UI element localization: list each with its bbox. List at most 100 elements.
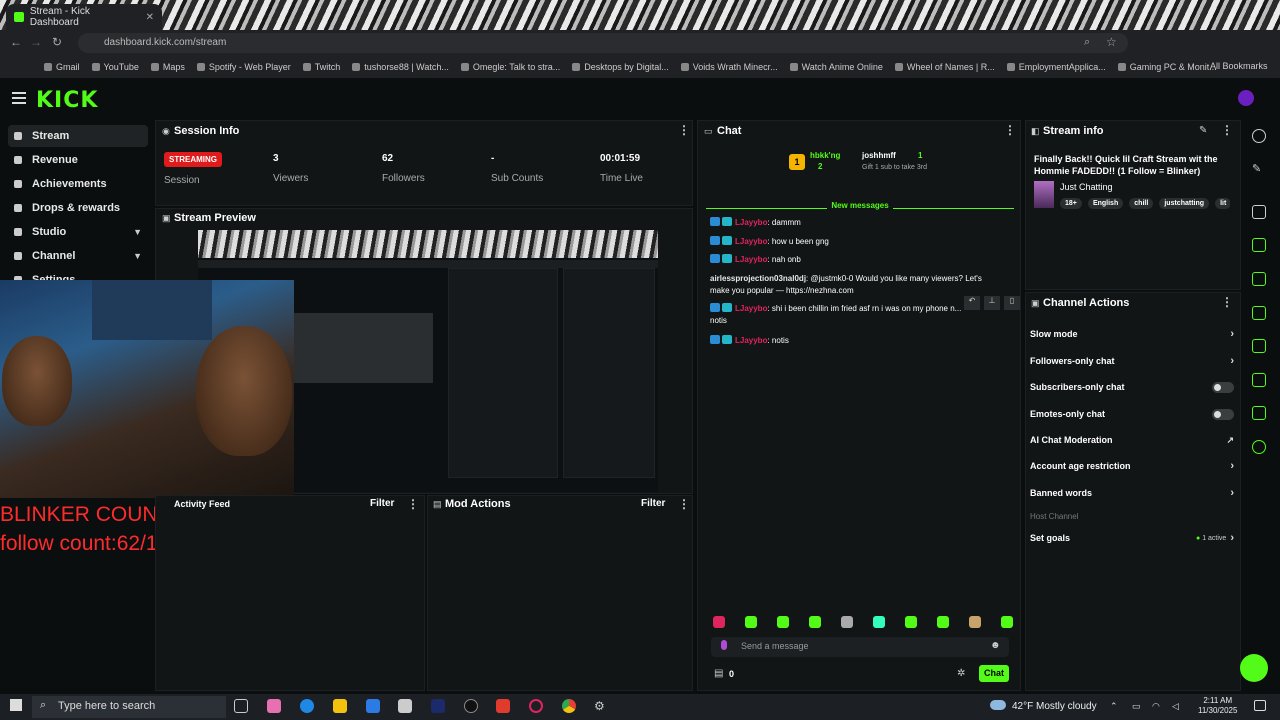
subscribers-only-toggle[interactable]: [1212, 381, 1234, 393]
bookmark-item[interactable]: Gmail: [44, 62, 80, 72]
emote-icon[interactable]: [745, 616, 757, 628]
chat-message[interactable]: LJayybo: dammm: [710, 217, 1010, 229]
file-explorer-icon[interactable]: [333, 699, 347, 713]
nav-item-drops[interactable]: Drops & rewards: [8, 197, 148, 219]
user-avatar[interactable]: [1238, 90, 1254, 106]
reload-icon[interactable]: ↻: [52, 35, 62, 49]
emote-icon[interactable]: [713, 616, 725, 628]
app-icon[interactable]: [496, 699, 510, 713]
emote-icon[interactable]: [777, 616, 789, 628]
category-thumbnail[interactable]: [1034, 181, 1054, 208]
chat-message[interactable]: LJayybo: nah onb: [710, 254, 1010, 266]
ai-moderation-row[interactable]: AI Chat Moderation ↗: [1030, 433, 1234, 447]
emote-icon[interactable]: [905, 616, 917, 628]
chat-message[interactable]: LJayybo: notis: [710, 335, 1010, 347]
chat-more-icon[interactable]: ⋮: [1004, 123, 1016, 137]
bookmark-item[interactable]: Gaming PC & Monit...: [1118, 62, 1217, 72]
chat-username[interactable]: LJayybo: [735, 255, 767, 264]
bookmark-star-icon[interactable]: ☆: [1106, 35, 1117, 49]
mod-filter-button[interactable]: Filter: [641, 498, 665, 509]
task-view-icon[interactable]: [234, 699, 248, 713]
emote-icon[interactable]: [937, 616, 949, 628]
activity-more-icon[interactable]: ⋮: [407, 497, 419, 511]
app-icon[interactable]: [431, 699, 445, 713]
list-icon[interactable]: [1252, 373, 1266, 387]
gift-sub-line[interactable]: Gift 1 sub to take 3rd: [862, 164, 927, 171]
tray-chevron-up-icon[interactable]: ⌃: [1110, 701, 1118, 712]
nav-item-stream[interactable]: Stream: [8, 125, 148, 147]
microphone-icon[interactable]: [721, 640, 727, 650]
pencil-icon[interactable]: ✎: [1252, 162, 1266, 176]
bookmark-item[interactable]: Twitch: [303, 62, 341, 72]
bookmark-item[interactable]: EmploymentApplica...: [1007, 62, 1106, 72]
opera-icon[interactable]: [529, 699, 543, 713]
more-options-icon[interactable]: ⋮: [678, 123, 690, 137]
browser-tab-active[interactable]: Stream - Kick Dashboard ✕: [6, 4, 162, 30]
mod-more-icon[interactable]: ⋮: [678, 497, 690, 511]
chat-username[interactable]: LJayybo: [735, 218, 767, 227]
kick-logo[interactable]: KICK: [36, 88, 98, 113]
store-icon[interactable]: [366, 699, 380, 713]
chat-message[interactable]: LJayybo: shi i been chillin im fried asf…: [710, 303, 968, 315]
chat-username[interactable]: LJayybo: [735, 304, 767, 313]
network-icon[interactable]: ▭: [1132, 701, 1141, 712]
activity-filter-button[interactable]: Filter: [370, 498, 394, 509]
followers-only-row[interactable]: Followers-only chat ›: [1030, 354, 1234, 368]
obs-icon[interactable]: [464, 699, 478, 713]
broadcast-rail-icon[interactable]: [1252, 339, 1266, 353]
delete-icon[interactable]: ▯: [1004, 296, 1020, 310]
url-field[interactable]: dashboard.kick.com/stream: [78, 33, 1128, 53]
dropbox-icon[interactable]: [398, 699, 412, 713]
close-tab-icon[interactable]: ✕: [146, 12, 154, 23]
nav-item-channel[interactable]: Channel ▼: [8, 245, 148, 267]
windows-start-icon[interactable]: [10, 699, 22, 711]
slow-mode-row[interactable]: Slow mode ›: [1030, 327, 1234, 341]
emotes-only-toggle[interactable]: [1212, 408, 1234, 420]
nav-item-revenue[interactable]: Revenue: [8, 149, 148, 171]
chat-username[interactable]: LJayybo: [735, 237, 767, 246]
bookmark-item[interactable]: Omegle: Talk to stra...: [461, 62, 560, 72]
emote-icon[interactable]: [1001, 616, 1013, 628]
account-age-row[interactable]: Account age restriction ›: [1030, 459, 1234, 473]
bookmark-item[interactable]: tushorse88 | Watch...: [352, 62, 449, 72]
emote-icon[interactable]: [809, 616, 821, 628]
crosshair-icon[interactable]: [1252, 205, 1266, 219]
wrench-icon[interactable]: [1252, 406, 1266, 420]
info-circle-icon[interactable]: [1252, 129, 1266, 143]
emote-icon[interactable]: [873, 616, 885, 628]
emoji-picker-icon[interactable]: ☻: [990, 640, 1001, 651]
bookmark-item[interactable]: Wheel of Names | R...: [895, 62, 995, 72]
bookmark-item[interactable]: Maps: [151, 62, 185, 72]
recipient-name[interactable]: joshhmff: [862, 151, 896, 160]
chat-message[interactable]: airlessprojection03nal0dj: @justmk0-0 Wo…: [710, 273, 1000, 297]
chat-message[interactable]: LJayybo: how u been gng: [710, 236, 1010, 248]
app-icon[interactable]: [267, 699, 281, 713]
taskbar-search[interactable]: Type here to search: [32, 696, 226, 718]
chat-username[interactable]: LJayybo: [735, 336, 767, 345]
zoom-icon[interactable]: ⌕: [1084, 36, 1090, 49]
settings-gear-icon[interactable]: ⚙: [594, 699, 608, 713]
bookmark-item[interactable]: Spotify - Web Player: [197, 62, 291, 72]
nav-item-studio[interactable]: Studio ▼: [8, 221, 148, 243]
support-chat-icon[interactable]: [1240, 654, 1268, 682]
nav-item-achievements[interactable]: Achievements: [8, 173, 148, 195]
system-clock[interactable]: 2:11 AM 11/30/2025: [1198, 696, 1237, 716]
chat-username[interactable]: airlessprojection03nal0dj: [710, 274, 806, 283]
new-messages-divider[interactable]: New messages: [706, 199, 1014, 210]
all-bookmarks-link[interactable]: All Bookmarks: [1210, 61, 1268, 71]
share-icon[interactable]: [1252, 440, 1266, 454]
chrome-icon[interactable]: [562, 699, 576, 713]
send-chat-button[interactable]: Chat: [979, 665, 1009, 682]
stream-info-more-icon[interactable]: ⋮: [1221, 123, 1233, 137]
edit-pencil-icon[interactable]: ✎: [1199, 125, 1207, 136]
notification-icon[interactable]: [1254, 700, 1266, 711]
weather-text[interactable]: 42°F Mostly cloudy: [1012, 701, 1097, 712]
bookmark-item[interactable]: Watch Anime Online: [790, 62, 883, 72]
back-icon[interactable]: ←: [10, 35, 22, 49]
forward-icon[interactable]: →: [30, 35, 42, 49]
reply-icon[interactable]: ↶: [964, 296, 980, 310]
bookmark-item[interactable]: YouTube: [92, 62, 139, 72]
channel-actions-more-icon[interactable]: ⋮: [1221, 295, 1233, 309]
chat-settings-icon[interactable]: ✲: [957, 668, 965, 679]
lightning-icon[interactable]: [1252, 238, 1266, 252]
